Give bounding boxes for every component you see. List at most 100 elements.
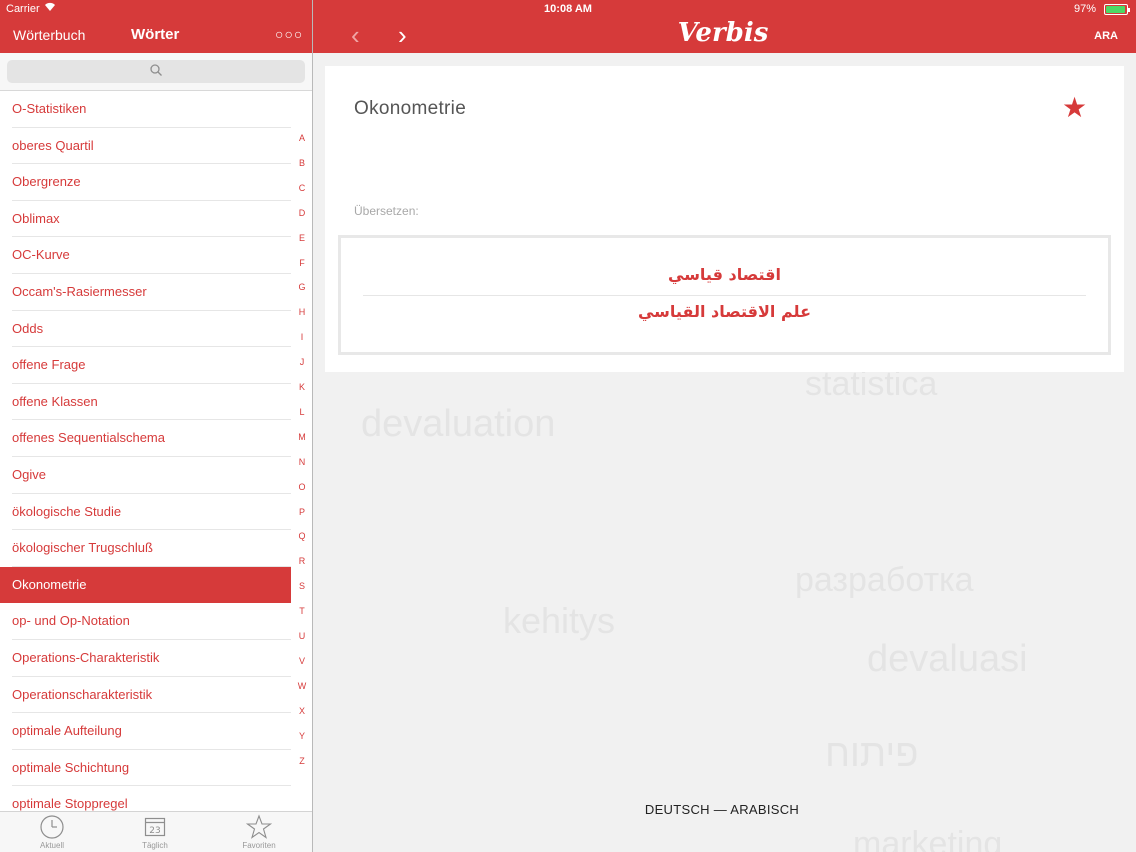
word-label: op- und Op-Notation xyxy=(12,613,130,629)
index-letter[interactable]: W xyxy=(292,681,312,691)
word-list-item[interactable]: Operationscharakteristik xyxy=(0,677,291,714)
index-letter[interactable]: I xyxy=(292,332,312,342)
index-letter[interactable]: J xyxy=(292,357,312,367)
word-label: Oblimax xyxy=(12,210,60,226)
word-list-item[interactable]: Odds xyxy=(0,311,291,348)
favorite-star-icon[interactable]: ★ xyxy=(1062,91,1087,124)
more-options-icon[interactable]: ○○○ xyxy=(275,26,303,42)
word-label: ökologischer Trugschluß xyxy=(12,540,153,556)
index-letter[interactable]: N xyxy=(292,457,312,467)
index-letter[interactable]: A xyxy=(292,133,312,143)
index-letter[interactable]: S xyxy=(292,581,312,591)
index-letter[interactable]: K xyxy=(292,382,312,392)
tab-favorites[interactable]: Favoriten xyxy=(229,814,289,850)
clock-icon xyxy=(40,815,64,839)
index-letter[interactable]: V xyxy=(292,656,312,666)
word-list-item[interactable]: Obergrenze xyxy=(0,164,291,201)
word-list-item[interactable]: Operations-Charakteristik xyxy=(0,640,291,677)
index-letter[interactable]: L xyxy=(292,407,312,417)
word-list-item[interactable]: Okonometrie xyxy=(0,566,291,604)
word-label: offene Frage xyxy=(12,357,86,373)
language-pair-label: DEUTSCH — ARABISCH xyxy=(644,802,800,817)
translation-line: علم الاقتصاد القياسي xyxy=(637,302,811,321)
dictionary-tab-button[interactable]: Wörterbuch xyxy=(13,27,85,43)
word-list-item[interactable]: O-Statistiken xyxy=(0,91,291,128)
tab-label: Aktuell xyxy=(39,841,64,850)
background-word: marketing xyxy=(853,825,1003,852)
tab-label: Favoriten xyxy=(242,841,276,850)
entry-card: Okonometrie ★ Übersetzen: اقتصاد قياسي ع… xyxy=(325,66,1124,372)
battery-percent: 97% xyxy=(1073,3,1096,15)
search-input[interactable] xyxy=(7,60,305,83)
index-letter[interactable]: D xyxy=(292,208,312,218)
word-list-item[interactable]: offenes Sequentialschema xyxy=(0,420,291,457)
word-label: oberes Quartil xyxy=(12,137,94,153)
word-list-item[interactable]: Oblimax xyxy=(0,201,291,238)
top-bar: Carrier 10:08 AM 97% Wörterbuch Wörter ○… xyxy=(0,0,1136,53)
word-label: optimale Stoppregel xyxy=(12,796,128,811)
index-letter[interactable]: G xyxy=(292,282,312,292)
word-list-item[interactable]: offene Frage xyxy=(0,347,291,384)
index-letter[interactable]: R xyxy=(292,556,312,566)
word-label: Ogive xyxy=(12,467,46,482)
index-letter[interactable]: Z xyxy=(292,756,312,766)
word-label: Odds xyxy=(12,320,44,336)
background-word: פיתוח xyxy=(825,733,919,775)
background-word: kehitys xyxy=(503,600,616,641)
background-word: разработка xyxy=(795,561,974,599)
clock-time: 10:08 AM xyxy=(544,3,592,15)
word-list-item[interactable]: Occam's-Rasiermesser xyxy=(0,274,291,311)
tab-label: Täglich xyxy=(142,841,168,850)
language-button[interactable]: ARA xyxy=(1094,30,1118,42)
index-letter[interactable]: T xyxy=(292,606,312,616)
background-word: devaluasi xyxy=(867,638,1028,680)
calendar-icon: 23 xyxy=(144,817,166,837)
word-list-item[interactable]: optimale Schichtung xyxy=(0,750,291,787)
word-list-item[interactable]: optimale Stoppregel xyxy=(0,786,291,811)
words-title: Wörter xyxy=(131,26,180,43)
index-letter[interactable]: H xyxy=(292,307,312,317)
star-icon xyxy=(246,814,272,839)
translate-label: Übersetzen: xyxy=(354,204,419,218)
word-label: Okonometrie xyxy=(12,576,87,592)
index-letter[interactable]: M xyxy=(292,432,312,442)
word-label: optimale Aufteilung xyxy=(12,723,122,739)
word-list-item[interactable]: Ogive xyxy=(0,457,291,494)
entry-term: Okonometrie xyxy=(354,98,467,119)
word-list-item[interactable]: op- und Op-Notation xyxy=(0,603,291,640)
sidebar-divider xyxy=(312,0,313,852)
app-logo: Verbis xyxy=(677,18,769,48)
tab-bar: Aktuell 23 Täglich Favoriten xyxy=(0,811,312,852)
index-letter[interactable]: B xyxy=(292,158,312,168)
index-letter[interactable]: E xyxy=(292,233,312,243)
word-list: O-Statistiken oberes Quartil Obergrenze Obl… xyxy=(0,91,312,811)
calendar-badge: 23 xyxy=(149,826,160,836)
tab-recent[interactable]: Aktuell xyxy=(22,814,82,850)
index-letter[interactable]: P xyxy=(292,507,312,517)
word-list-item[interactable]: offene Klassen xyxy=(0,384,291,421)
forward-arrow-icon[interactable]: › xyxy=(398,22,407,48)
tab-daily[interactable]: 23 Täglich xyxy=(125,814,185,850)
index-letter[interactable]: F xyxy=(292,258,312,268)
battery-icon xyxy=(1104,4,1130,15)
word-label: Operations-Charakteristik xyxy=(12,650,160,665)
word-label: optimale Schichtung xyxy=(12,759,130,775)
index-letter[interactable]: U xyxy=(292,631,312,641)
word-list-item[interactable]: ökologischer Trugschluß xyxy=(0,530,291,567)
status-bar: Carrier 10:08 AM 97% xyxy=(0,0,1136,18)
index-letter[interactable]: C xyxy=(292,183,312,193)
word-list-item[interactable]: OC-Kurve xyxy=(0,237,291,274)
search-icon xyxy=(150,64,162,76)
word-list-item[interactable]: ökologische Studie xyxy=(0,494,291,531)
index-letter[interactable]: O xyxy=(292,482,312,492)
back-arrow-icon[interactable]: ‹ xyxy=(351,22,360,48)
index-letter[interactable]: Q xyxy=(292,531,312,541)
word-list-item[interactable]: optimale Aufteilung xyxy=(0,713,291,750)
word-list-item[interactable]: oberes Quartil xyxy=(0,128,291,165)
battery-level xyxy=(1106,6,1126,13)
translation-box: اقتصاد قياسي علم الاقتصاد القياسي xyxy=(338,235,1111,355)
index-letter[interactable]: X xyxy=(292,706,312,716)
index-letter[interactable]: Y xyxy=(292,731,312,741)
word-label: Occam's-Rasiermesser xyxy=(12,284,147,299)
translation-line: اقتصاد قياسي xyxy=(668,265,781,284)
